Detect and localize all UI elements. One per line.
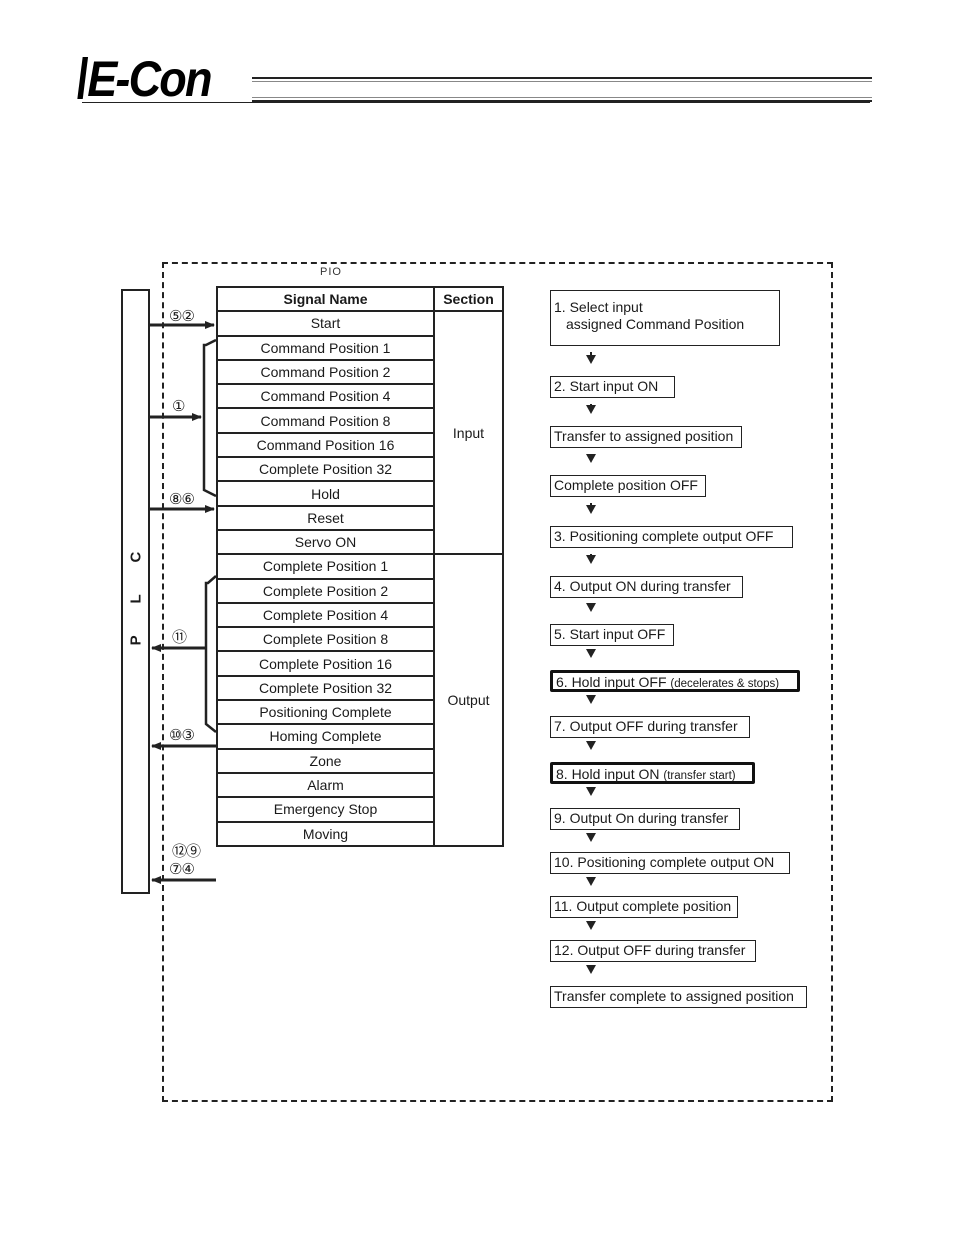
flow-arrow-icon bbox=[586, 352, 596, 364]
flow-step-text: Transfer to assigned position bbox=[554, 428, 734, 444]
bracket-complete-position bbox=[204, 575, 217, 733]
bracket-command-position bbox=[202, 338, 217, 498]
flow-step: 7. Output OFF during transfer bbox=[550, 716, 750, 738]
flow-step-text: 5. Start input OFF bbox=[554, 626, 666, 642]
flow-step-text: 3. Positioning complete output OFF bbox=[554, 528, 774, 544]
flow-step-text: 12. Output OFF during transfer bbox=[554, 942, 746, 958]
flow-step-text: 2. Start input ON bbox=[554, 378, 659, 394]
flow-arrow-icon bbox=[586, 921, 596, 930]
flow-step-text: 4. Output ON during transfer bbox=[554, 578, 731, 594]
flow-step: 12. Output OFF during transfer bbox=[550, 940, 756, 962]
flow-step: 1. Select input assigned Command Position bbox=[550, 290, 780, 346]
arrow-label-moving-a: ⑫⑨ bbox=[172, 843, 201, 860]
arrow-label-moving-b: ⑦④ bbox=[169, 861, 195, 878]
flow-arrow-icon bbox=[586, 603, 596, 612]
flow-step: Transfer complete to assigned position bbox=[550, 986, 807, 1008]
flow-step: 5. Start input OFF bbox=[550, 624, 674, 646]
flow-step-text: 1. Select input bbox=[554, 299, 643, 315]
flow-arrow-icon bbox=[586, 965, 596, 974]
flow-arrow-icon bbox=[586, 877, 596, 886]
flow-step-text: 6. Hold input OFF bbox=[556, 674, 671, 690]
flow-arrow-icon bbox=[586, 695, 596, 704]
flow-arrow-icon bbox=[586, 404, 596, 414]
arrow-label-command-position: ① bbox=[172, 398, 185, 415]
flow-step-text: Complete position OFF bbox=[554, 477, 698, 493]
arrow-label-start: ⑤② bbox=[169, 308, 195, 325]
flow-arrow-icon bbox=[586, 454, 596, 463]
flow-step-text-line2: assigned Command Position bbox=[566, 316, 745, 332]
flow-step: 2. Start input ON bbox=[550, 376, 675, 398]
flow-step-text: 11. Output complete position bbox=[554, 898, 732, 914]
flow-step: 11. Output complete position bbox=[550, 896, 738, 918]
flow-arrow-icon bbox=[586, 503, 596, 514]
flow-step: Transfer to assigned position bbox=[550, 426, 742, 448]
flow-arrow-icon bbox=[586, 554, 596, 564]
flow-arrow-icon bbox=[586, 741, 596, 750]
flow-step-text: 8. Hold input ON bbox=[556, 766, 664, 782]
flow-step-text: 10. Positioning complete output ON bbox=[554, 854, 775, 870]
flow-step: 9. Output On during transfer bbox=[550, 808, 740, 830]
signal-arrows bbox=[150, 321, 217, 884]
flow-step: 8. Hold input ON (transfer start) bbox=[550, 762, 755, 784]
flow-step: 6. Hold input OFF (decelerates & stops) bbox=[550, 670, 800, 692]
flow-step: 10. Positioning complete output ON bbox=[550, 852, 790, 874]
flow-step-text: Transfer complete to assigned position bbox=[554, 988, 794, 1004]
flow-arrow-icon bbox=[586, 787, 596, 796]
flow-step-note: (decelerates & stops) bbox=[670, 678, 780, 690]
flow-step-text: 9. Output On during transfer bbox=[554, 810, 729, 826]
flow-step-note: (transfer start) bbox=[663, 770, 736, 782]
flow-arrow-icon bbox=[586, 649, 596, 658]
flow-arrow-icon bbox=[586, 833, 596, 842]
flow-step: 3. Positioning complete output OFF bbox=[550, 526, 793, 548]
arrow-label-hold: ⑧⑥ bbox=[169, 491, 195, 508]
arrow-label-positioning-complete: ⑩③ bbox=[169, 727, 195, 744]
flow-step-text: 7. Output OFF during transfer bbox=[554, 718, 738, 734]
flow-step: Complete position OFF bbox=[550, 475, 706, 497]
flow-step: 4. Output ON during transfer bbox=[550, 576, 743, 598]
arrow-label-complete-position: ⑪ bbox=[172, 629, 187, 646]
